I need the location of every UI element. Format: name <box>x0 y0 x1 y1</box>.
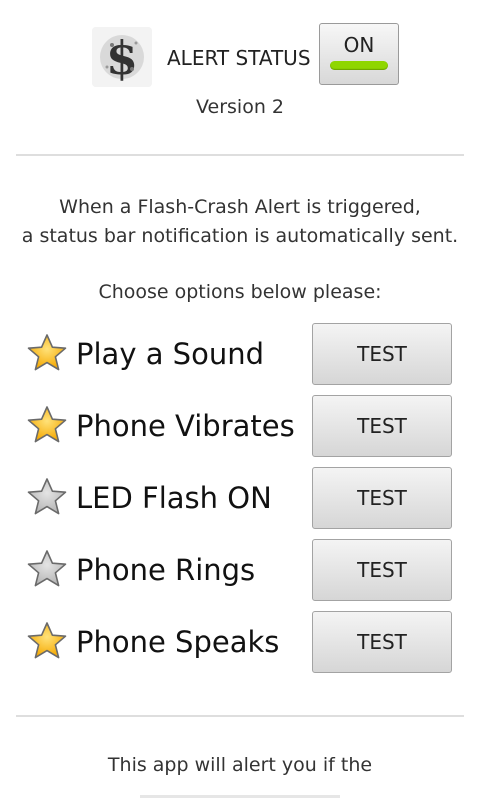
option-label: Phone Speaks <box>76 625 280 659</box>
star-icon[interactable] <box>26 620 68 662</box>
dollar-logo-icon: $ <box>92 27 152 87</box>
option-row-phone-vibrates: Phone Vibrates TEST <box>0 395 480 459</box>
test-button-phone-speaks[interactable]: TEST <box>312 611 452 673</box>
test-button-phone-vibrates[interactable]: TEST <box>312 395 452 457</box>
svg-text:$: $ <box>106 31 138 85</box>
footer-text: This app will alert you if the <box>107 754 373 776</box>
star-icon[interactable] <box>26 404 68 446</box>
test-button-led-flash[interactable]: TEST <box>312 467 452 529</box>
divider-top <box>16 154 464 156</box>
divider-bottom <box>16 715 464 717</box>
alert-status-label: ALERT STATUS <box>167 46 311 70</box>
alert-toggle-button[interactable]: ON <box>319 23 399 85</box>
choose-prompt: Choose options below please: <box>98 281 382 303</box>
footer-partial-divider <box>140 795 340 798</box>
option-row-led-flash: LED Flash ON TEST <box>0 467 480 531</box>
version-label: Version 2 <box>196 96 284 118</box>
option-label: Phone Rings <box>76 553 256 587</box>
intro-line-1: When a Flash-Crash Alert is triggered, <box>59 196 421 218</box>
intro-line-2: a status bar notification is automatical… <box>21 225 459 247</box>
option-label: Phone Vibrates <box>76 409 295 443</box>
intro-text: When a Flash-Crash Alert is triggered, a… <box>0 193 480 251</box>
option-row-play-sound: Play a Sound TEST <box>0 323 480 387</box>
star-icon[interactable] <box>26 476 68 518</box>
test-button-phone-rings[interactable]: TEST <box>312 539 452 601</box>
toggle-label: ON <box>343 33 375 57</box>
option-label: Play a Sound <box>76 337 265 371</box>
star-icon[interactable] <box>26 548 68 590</box>
header: $ ALERT STATUS ON Version 2 <box>0 0 480 150</box>
option-row-phone-rings: Phone Rings TEST <box>0 539 480 603</box>
option-row-phone-speaks: Phone Speaks TEST <box>0 611 480 675</box>
option-label: LED Flash ON <box>76 481 272 515</box>
toggle-indicator <box>330 61 388 70</box>
test-button-play-sound[interactable]: TEST <box>312 323 452 385</box>
star-icon[interactable] <box>26 332 68 374</box>
